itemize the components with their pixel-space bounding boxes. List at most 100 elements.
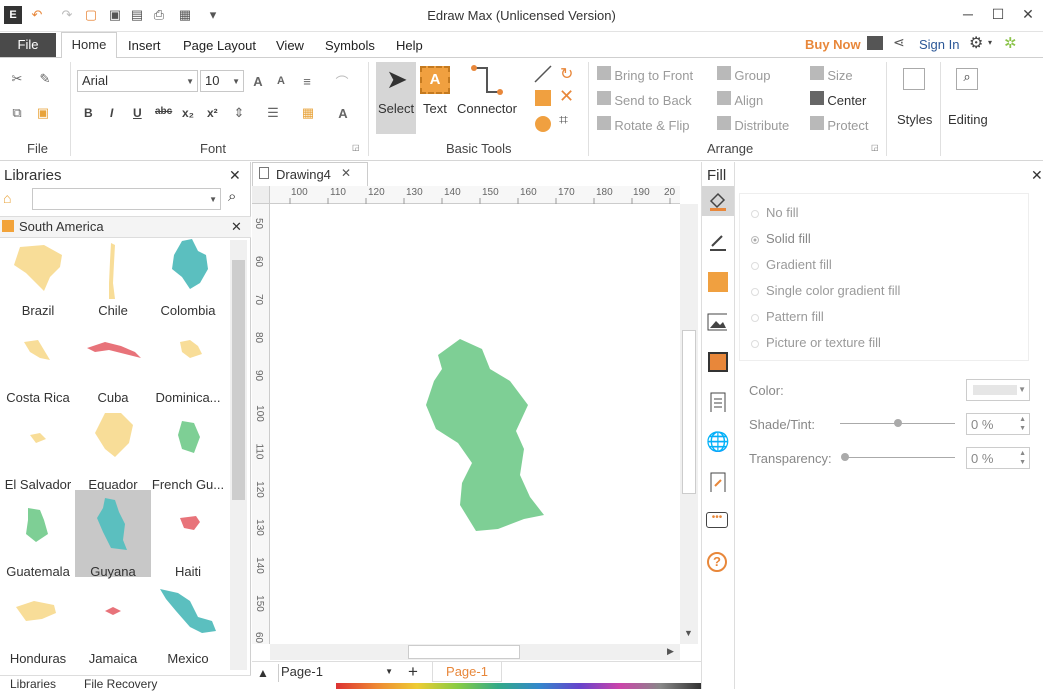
send-to-back-button[interactable]: Send to Back — [597, 91, 692, 108]
connector-tool-icon[interactable] — [470, 64, 504, 98]
buy-now-link[interactable]: Buy Now — [805, 37, 861, 52]
text-align-icon[interactable]: ≡ — [298, 72, 316, 90]
font-color-icon[interactable]: A — [334, 104, 352, 122]
fill-option-gradient-fill[interactable]: Gradient fill — [751, 257, 832, 272]
theme-icon[interactable]: ✲ — [1004, 34, 1017, 52]
tab-insert[interactable]: Insert — [128, 38, 161, 53]
protect-button[interactable]: Protect — [810, 116, 869, 133]
search-editing-icon[interactable]: ⌕ — [956, 68, 978, 90]
transparency-slider-track[interactable] — [845, 457, 955, 458]
tab-symbols[interactable]: Symbols — [325, 38, 375, 53]
library-item-haiti[interactable]: Haiti — [150, 504, 226, 590]
library-item-brazil[interactable]: Brazil — [0, 243, 76, 329]
library-home-icon[interactable]: ⌂ — [3, 190, 29, 208]
radio-button[interactable] — [751, 287, 759, 296]
subscript-icon[interactable]: x₂ — [182, 106, 194, 120]
shadow-icon[interactable] — [708, 272, 728, 292]
font-dialog-launcher-icon[interactable]: ◲ — [352, 143, 360, 152]
bold-icon[interactable]: B — [84, 106, 93, 120]
color-palette-strip[interactable] — [336, 683, 701, 689]
paste-icon[interactable]: ▣ — [34, 104, 52, 122]
radio-button[interactable] — [751, 209, 759, 218]
fill-option-single-color-gradient[interactable]: Single color gradient fill — [751, 283, 900, 298]
comment-icon[interactable]: ••• — [706, 512, 728, 528]
hyperlink-globe-icon[interactable]: 🌐 — [706, 430, 730, 454]
cut-icon[interactable]: ✂ — [8, 70, 26, 88]
library-item-guyana[interactable]: Guyana — [75, 498, 151, 590]
align-button[interactable]: Align — [717, 91, 763, 108]
close-libraries-icon[interactable]: ✕ — [229, 167, 241, 184]
add-page-icon[interactable]: + — [408, 662, 418, 682]
share-icon[interactable]: ⋖ — [893, 34, 905, 51]
maximize-button[interactable]: ☐ — [985, 4, 1011, 24]
fill-option-pattern-fill[interactable]: Pattern fill — [751, 309, 824, 324]
library-item-dominica[interactable]: Dominica... — [150, 330, 226, 416]
library-item-french-guiana[interactable]: French Gu... — [150, 417, 226, 503]
shade-spinner[interactable]: 0 % ▲ ▼ — [966, 413, 1030, 435]
settings-gear-icon[interactable]: ⚙ — [969, 33, 983, 53]
line-spacing-icon[interactable]: ⇕ — [230, 104, 248, 122]
line-tool-icon[interactable] — [533, 64, 553, 84]
superscript-icon[interactable]: x² — [207, 106, 218, 120]
page-navigate-icon[interactable]: ▲ — [257, 666, 269, 680]
fill-option-solid-fill[interactable]: Solid fill — [751, 231, 811, 246]
tab-view[interactable]: View — [276, 38, 304, 53]
size-button[interactable]: Size — [810, 66, 853, 83]
attachment-icon[interactable] — [708, 472, 728, 492]
close-category-icon[interactable]: ✕ — [231, 219, 242, 235]
layer-icon[interactable] — [708, 352, 728, 372]
italic-icon[interactable]: I — [110, 106, 113, 120]
scroll-down-arrow-icon[interactable]: ▼ — [684, 628, 693, 638]
shade-slider-thumb[interactable] — [894, 419, 902, 427]
transparency-slider-thumb[interactable] — [841, 453, 849, 461]
image-icon[interactable] — [707, 313, 727, 333]
highlight-icon[interactable]: ▦ — [299, 104, 317, 122]
format-painter-icon[interactable]: ✎ — [36, 70, 54, 88]
tab-home[interactable]: Home — [61, 32, 117, 59]
color-picker[interactable]: ▼ — [966, 379, 1030, 401]
crop-tool-icon[interactable]: ⌗ — [559, 112, 568, 130]
transparency-spinner[interactable]: 0 % ▲ ▼ — [966, 447, 1030, 469]
canvas-hscroll-thumb[interactable] — [408, 645, 520, 659]
library-item-guatemala[interactable]: Guatemala — [0, 504, 76, 590]
close-document-icon[interactable]: ✕ — [341, 166, 351, 180]
file-menu-button[interactable]: File — [0, 33, 56, 57]
text-tool-icon[interactable]: A — [420, 66, 450, 94]
cart-icon[interactable] — [867, 36, 883, 50]
page-select[interactable]: Page-1 ▼ — [278, 664, 396, 682]
library-item-chile[interactable]: Chile — [75, 243, 151, 329]
canvas-vscroll-thumb[interactable] — [682, 330, 696, 494]
library-scrollbar-thumb[interactable] — [232, 260, 245, 500]
close-window-button[interactable]: ✕ — [1015, 4, 1041, 24]
arc-tool-icon[interactable]: ↻ — [560, 64, 573, 84]
rotate-flip-button[interactable]: Rotate & Flip — [597, 116, 690, 133]
settings-dropdown-icon[interactable]: ▾ — [988, 38, 992, 47]
search-icon[interactable]: ⌕ — [228, 188, 236, 205]
grow-font-icon[interactable]: A — [249, 72, 267, 90]
center-button[interactable]: Center — [810, 91, 866, 108]
radio-button[interactable] — [751, 261, 759, 270]
styles-icon[interactable] — [903, 68, 925, 90]
connector-tool-label[interactable]: Connector — [457, 101, 517, 116]
editing-button[interactable]: Editing — [948, 112, 988, 127]
library-item-honduras[interactable]: Honduras — [0, 591, 76, 677]
text-tool-label[interactable]: Text — [423, 101, 447, 116]
sign-in-link[interactable]: Sign In — [919, 37, 959, 52]
radio-button[interactable] — [751, 339, 759, 348]
help-icon[interactable]: ? — [707, 552, 727, 572]
library-item-jamaica[interactable]: Jamaica — [75, 591, 151, 677]
library-search-input[interactable]: ▼ — [32, 188, 221, 210]
library-item-costa-rica[interactable]: Costa Rica — [0, 330, 76, 416]
radio-button[interactable] — [751, 313, 759, 322]
text-direction-icon[interactable]: ⌒ — [333, 72, 351, 90]
underline-icon[interactable]: U — [133, 106, 142, 120]
radio-button-selected[interactable] — [751, 235, 759, 244]
arrange-dialog-launcher-icon[interactable]: ◲ — [871, 143, 879, 152]
close-fill-panel-icon[interactable]: ✕ — [1031, 167, 1043, 184]
cross-line-tool-icon[interactable]: ✕ — [559, 86, 574, 107]
font-name-select[interactable]: Arial ▼ — [77, 70, 198, 92]
bullets-icon[interactable]: ☰ — [264, 104, 282, 122]
fill-option-picture-texture[interactable]: Picture or texture fill — [751, 335, 881, 350]
tab-help[interactable]: Help — [396, 38, 423, 53]
shrink-font-icon[interactable]: A — [272, 72, 290, 90]
